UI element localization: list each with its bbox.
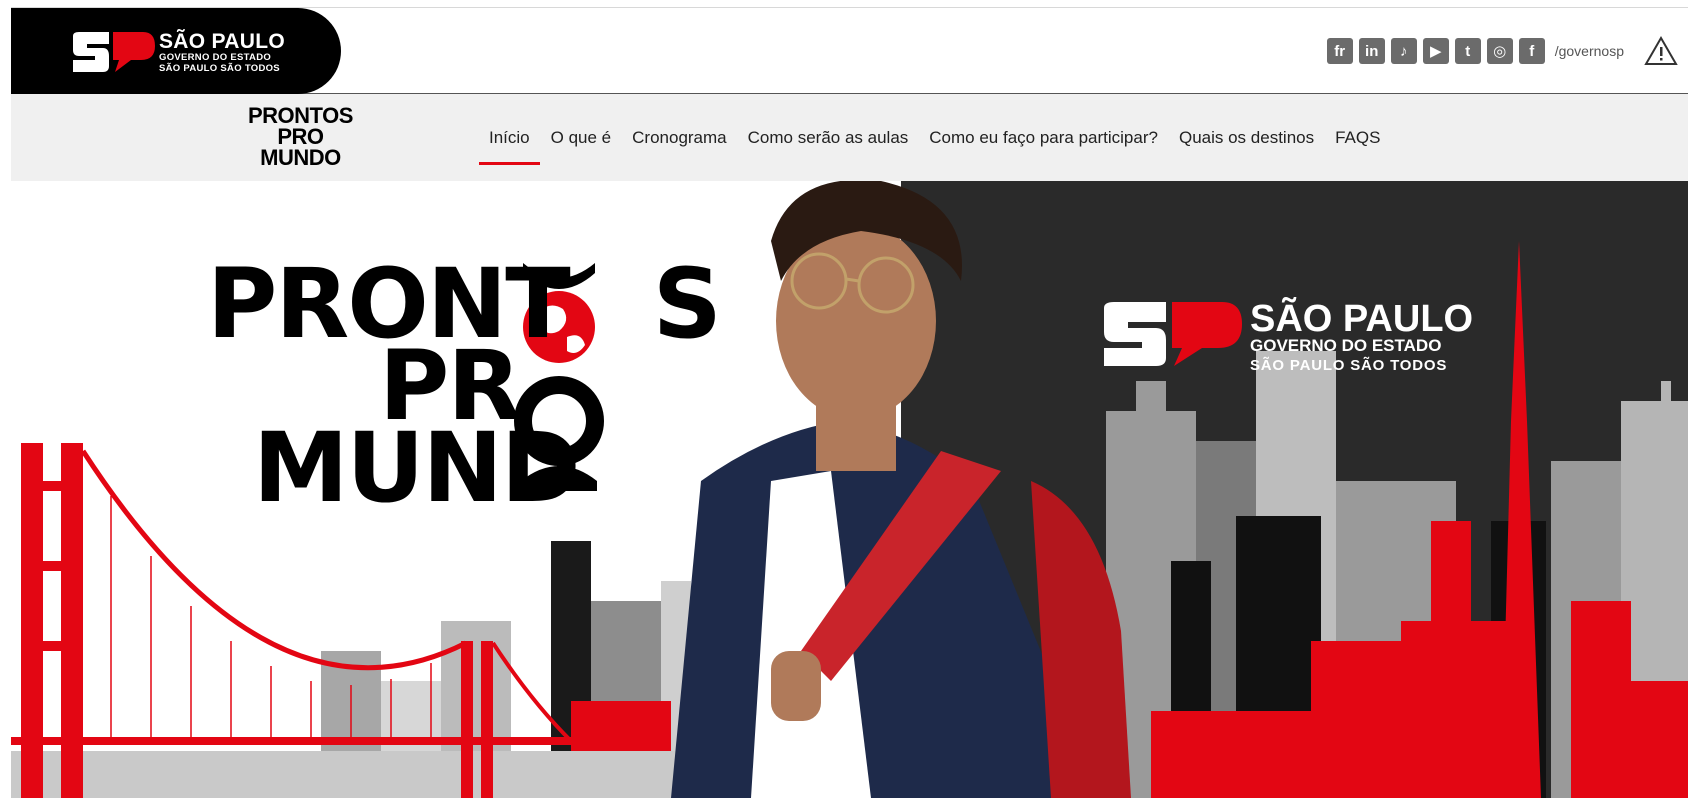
nav-item-inicio[interactable]: Início	[479, 94, 540, 181]
nav-item-quais-os-destinos[interactable]: Quais os destinos	[1179, 94, 1314, 181]
nav-item-como-serao-as-aulas[interactable]: Como serão as aulas	[748, 94, 909, 181]
hero-prontos-pro-mundo-logo: PRONT S PR MUND	[207, 256, 722, 524]
government-header: SÃO PAULO GOVERNO DO ESTADO SÃO PAULO SÃ…	[11, 7, 1688, 94]
instagram-icon[interactable]: ◎	[1486, 38, 1513, 64]
nav-item-cronograma[interactable]: Cronograma	[632, 94, 727, 181]
hero-government-text: SÃO PAULO GOVERNO DO ESTADO SÃO PAULO SÃ…	[1250, 298, 1474, 376]
nav-logo-line-3: MUNDO	[260, 145, 341, 170]
hero-logo-line-3: MUND	[253, 412, 581, 524]
gov-subtitle: GOVERNO DO ESTADO	[159, 52, 272, 63]
hero-logo-s: S	[652, 248, 722, 360]
hero-gov-subtitle: GOVERNO DO ESTADO	[1250, 336, 1442, 355]
facebook-icon[interactable]: f	[1518, 38, 1545, 64]
gov-title: SÃO PAULO	[159, 30, 285, 53]
social-links: fr in ♪ ▶ t ◎ f /governosp	[1326, 36, 1688, 66]
nav-item-como-participar[interactable]: Como eu faço para participar?	[929, 94, 1158, 181]
main-navigation: PRONTOS PRO MUNDO Início O que é Cronogr…	[11, 94, 1688, 181]
alert-icon[interactable]	[1644, 36, 1678, 66]
nav-logo-line-2: PRO	[277, 124, 324, 149]
youtube-icon[interactable]: ▶	[1422, 38, 1449, 64]
nav-menu: Início O que é Cronograma Como serão as …	[479, 94, 1401, 181]
twitter-icon[interactable]: t	[1454, 38, 1481, 64]
gov-tagline: SÃO PAULO SÃO TODOS	[159, 63, 280, 74]
hero-banner: PRONT S PR MUND SÃO PAULO GOVERNO DO ESTA…	[11, 181, 1688, 798]
nav-item-o-que-e[interactable]: O que é	[551, 94, 612, 181]
government-logo-link[interactable]: SÃO PAULO GOVERNO DO ESTADO SÃO PAULO SÃ…	[11, 8, 341, 94]
government-text: SÃO PAULO GOVERNO DO ESTADO SÃO PAULO SÃ…	[159, 30, 285, 74]
tiktok-icon[interactable]: ♪	[1390, 38, 1417, 64]
nav-logo-line-1: PRONTOS	[248, 103, 353, 128]
nav-item-faqs[interactable]: FAQS	[1335, 94, 1380, 181]
flickr-icon[interactable]: fr	[1326, 38, 1353, 64]
social-handle: /governosp	[1554, 43, 1624, 59]
sp-logo-icon	[73, 32, 155, 72]
prontos-pro-mundo-logo[interactable]: PRONTOS PRO MUNDO	[248, 103, 353, 170]
hero-gov-title: SÃO PAULO	[1250, 298, 1474, 340]
hero-gov-tagline: SÃO PAULO SÃO TODOS	[1250, 357, 1448, 374]
linkedin-icon[interactable]: in	[1358, 38, 1385, 64]
